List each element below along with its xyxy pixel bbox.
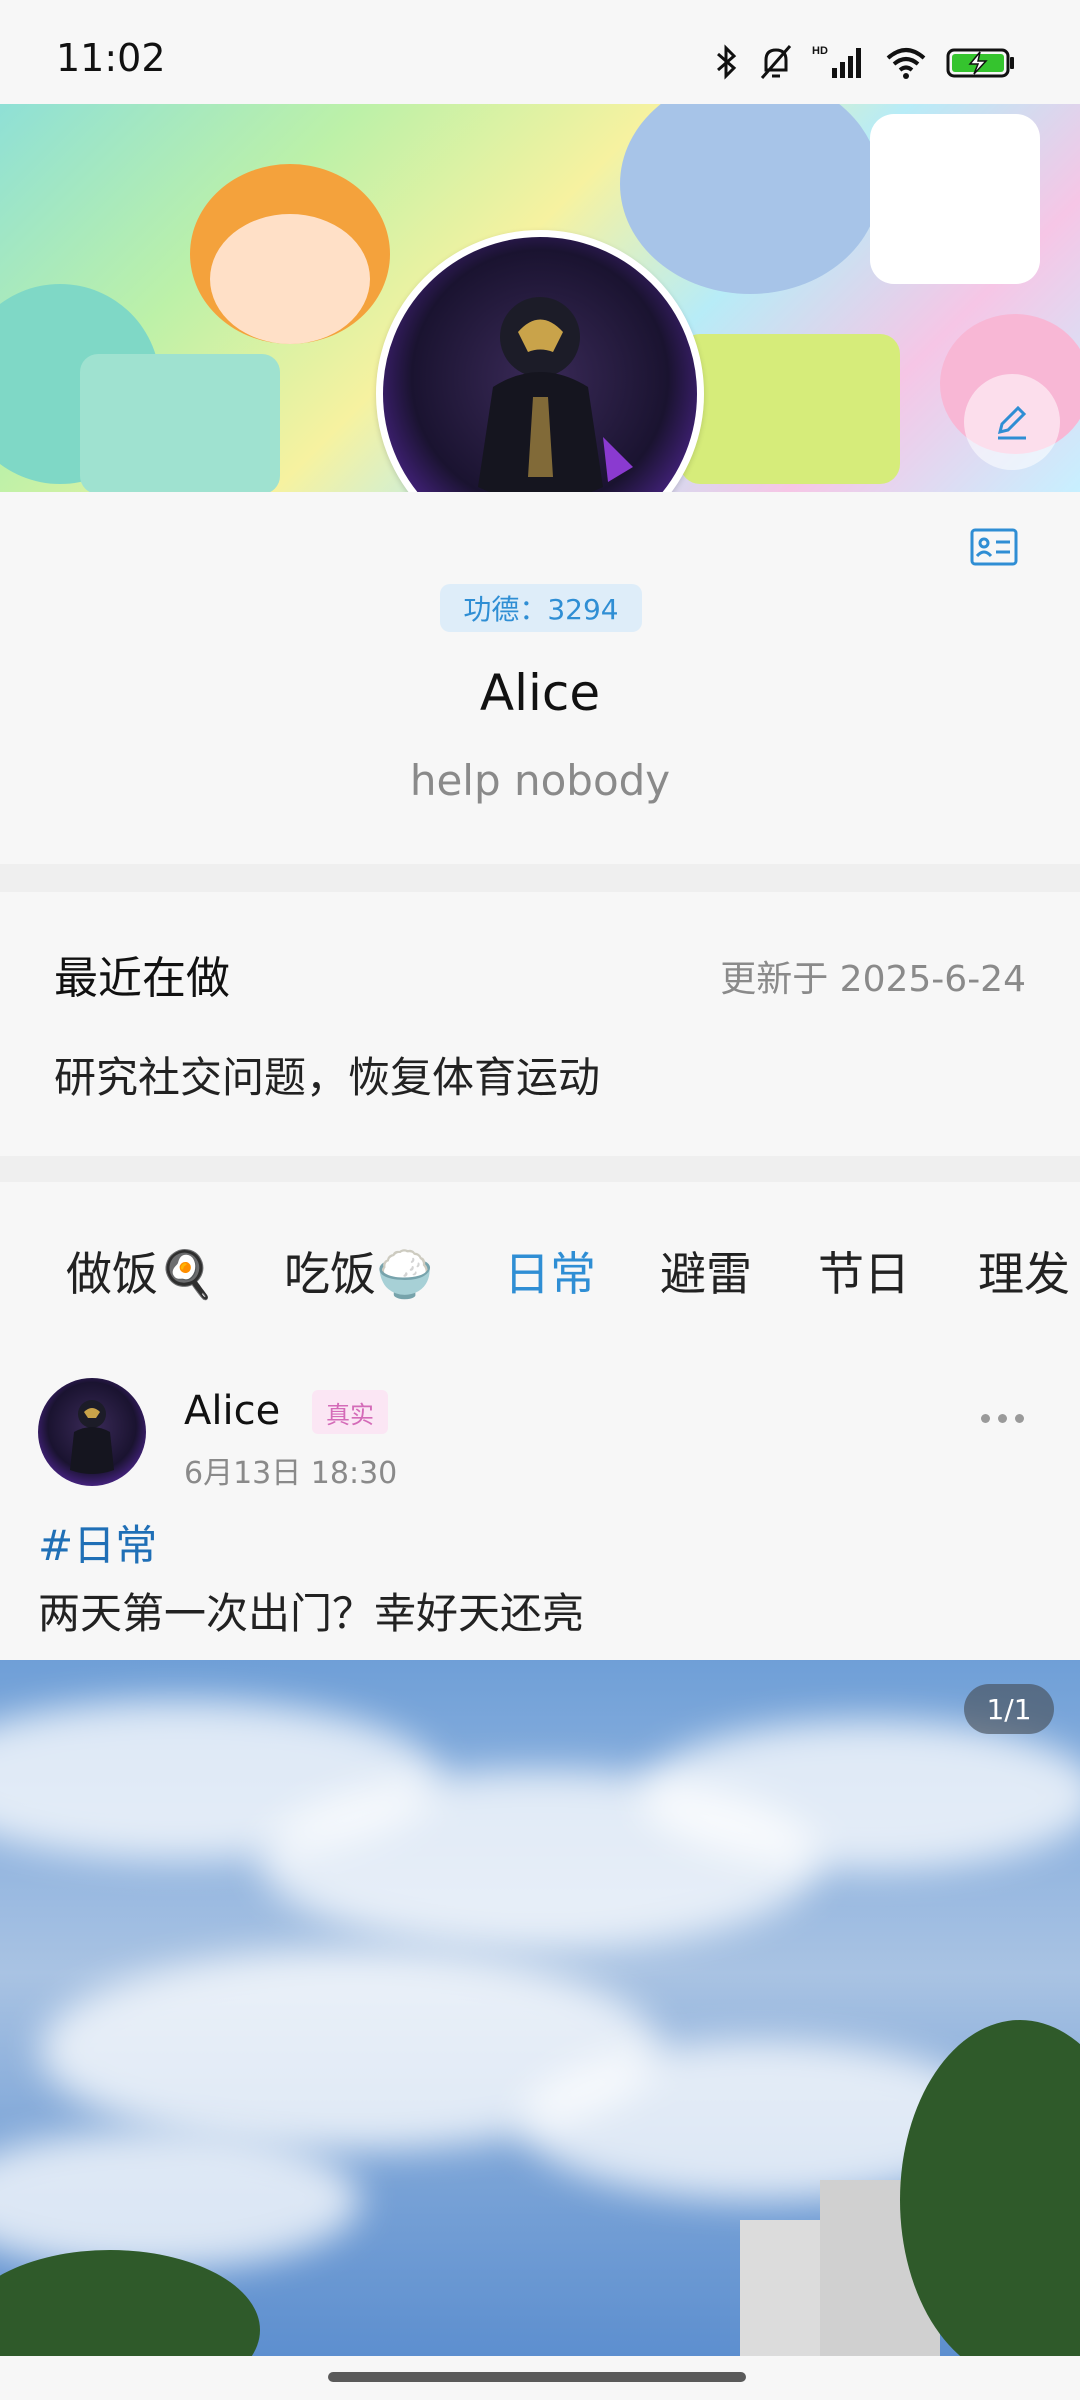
profile-name: Alice [479, 664, 601, 722]
edit-cover-button[interactable] [964, 374, 1060, 470]
more-options-button[interactable] [981, 1414, 1024, 1423]
status-bar: 11:02 HD [0, 0, 1080, 104]
recent-title: 最近在做 [54, 953, 230, 1004]
merit-badge[interactable]: 功德：3294 [440, 584, 642, 632]
post-avatar-image [70, 1400, 114, 1474]
category-tabs: 做饭🍳 吃饭🍚 日常 避雷 节日 理发💈 [0, 1182, 1080, 1368]
section-divider [0, 1156, 1080, 1182]
id-card-icon [970, 528, 1018, 566]
verified-badge: 真实 [312, 1390, 388, 1434]
post-timestamp: 6月13日 18:30 [184, 1456, 398, 1491]
post-text: 两天第一次出门？幸好天还亮 [38, 1589, 585, 1638]
tab-eating[interactable]: 吃饭🍚 [284, 1238, 433, 1304]
svg-text:HD: HD [812, 45, 828, 57]
more-dot-icon [981, 1414, 990, 1423]
post-author-name[interactable]: Alice [184, 1388, 280, 1434]
section-divider [0, 864, 1080, 892]
pencil-icon [997, 405, 1027, 440]
battery-charging-icon [946, 48, 1014, 78]
tab-daily[interactable]: 日常 [504, 1238, 596, 1304]
status-icons: HD [714, 40, 1016, 84]
recent-updated: 更新于 2025-6-24 [720, 959, 1026, 1000]
more-dot-icon [1015, 1414, 1024, 1423]
tab-avoid[interactable]: 避雷 [660, 1238, 752, 1304]
profile-card-button[interactable] [970, 528, 1018, 570]
home-indicator[interactable] [328, 2372, 746, 2382]
bell-muted-icon [760, 45, 792, 79]
recent-activity-section[interactable]: 最近在做 更新于 2025-6-24 研究社交问题，恢复体育运动 [0, 892, 1080, 1156]
post-card[interactable]: Alice 真实 6月13日 18:30 #日常 两天第一次出门？幸好天还亮 [0, 1368, 1080, 1660]
bluetooth-icon [717, 44, 737, 80]
post-hashtag[interactable]: #日常 [38, 1512, 157, 1573]
profile-bio: help nobody [409, 756, 671, 805]
post-photo[interactable]: 1/1 [0, 1660, 1080, 2356]
photo-page-counter: 1/1 [964, 1684, 1054, 1734]
recent-text: 研究社交问题，恢复体育运动 [54, 1053, 601, 1102]
profile-section: 功德：3294 Alice help nobody [0, 492, 1080, 864]
tab-holiday[interactable]: 节日 [818, 1238, 910, 1304]
post-author-avatar[interactable] [38, 1378, 146, 1486]
hd-signal-icon: HD [812, 45, 861, 78]
tab-haircut[interactable]: 理发💈 [978, 1238, 1080, 1304]
wifi-icon [886, 48, 926, 79]
status-time: 11:02 [56, 36, 166, 80]
more-dot-icon [998, 1414, 1007, 1423]
tab-cooking[interactable]: 做饭🍳 [66, 1238, 215, 1304]
